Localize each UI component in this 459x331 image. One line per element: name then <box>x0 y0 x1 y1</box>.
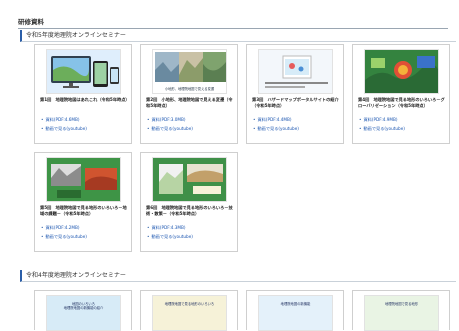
thumbnail-banner: 地理院地図で見る地形のいろいろ <box>164 302 215 306</box>
thumbnail-banner: 地理院地図の新機能 <box>280 302 311 306</box>
material-link[interactable]: • 資料(PDF:4.3MB) <box>147 225 186 231</box>
section-title-r4: 令和4年度地理院オンラインセミナー <box>20 270 456 282</box>
card-thumbnail[interactable]: 地理院地図で見る地形のいろいろ <box>152 295 227 331</box>
page: 研修資料 令和5年度地理院オンラインセミナー 第1回 地理院地図はあれこれ（令和… <box>0 0 459 331</box>
section-title-r5: 令和5年度地理院オンラインセミナー <box>20 30 456 42</box>
video-link[interactable]: • 動画で見る(youtube) <box>41 126 87 132</box>
seminar-card: 地理院地図で見る地形 <box>352 290 450 331</box>
card-thumbnail[interactable]: 地図のいろいろ 地理院地図の新機能の紹介 <box>46 295 121 331</box>
material-link-label[interactable]: 資料(PDF:4.3MB) <box>151 225 185 230</box>
video-link-label[interactable]: 動画で見る(youtube) <box>151 234 192 239</box>
card-thumbnail[interactable] <box>46 157 121 202</box>
material-link-label[interactable]: 資料(PDF:4.2MB) <box>45 225 79 230</box>
video-link-label[interactable]: 動画で見る(youtube) <box>45 126 86 131</box>
card-thumbnail[interactable]: 小地形、地理院地図で見える変遷 <box>152 49 227 94</box>
card-thumbnail[interactable] <box>258 49 333 94</box>
card-title[interactable]: 第4回 地理院地図で見る地形のいろいろ－グローバリゼーション（令和5年時点） <box>358 97 448 109</box>
material-link[interactable]: • 資料(PDF:3.0MB) <box>147 117 186 123</box>
seminar-card: 地理院地図で見る地形のいろいろ <box>140 290 238 331</box>
material-link-label[interactable]: 資料(PDF:4.4MB) <box>257 117 291 122</box>
material-link[interactable]: • 資料(PDF:4.4MB) <box>253 117 292 123</box>
seminar-card: 第4回 地理院地図で見る地形のいろいろ－グローバリゼーション（令和5年時点） •… <box>352 44 450 144</box>
seminar-card: 小地形、地理院地図で見える変遷 第2回 小地形、地理院地図で見える変遷（令和5年… <box>140 44 238 144</box>
video-link[interactable]: • 動画で見る(youtube) <box>253 126 299 132</box>
material-link-label[interactable]: 資料(PDF:3.0MB) <box>151 117 185 122</box>
card-title[interactable]: 第5回 地理院地図で見る地形のいろいろ－地域の課題－（令和5年時点） <box>40 205 130 217</box>
card-title[interactable]: 第3回 ハザードマップポータルサイトの紹介（令和5年時点） <box>252 97 342 109</box>
devices-illustration <box>51 56 119 88</box>
video-link[interactable]: • 動画で見る(youtube) <box>41 234 87 240</box>
card-title[interactable]: 第6回 地理院地図で見る地形のいろいろ－技術・散策－（令和5年時点） <box>146 205 236 217</box>
seminar-card: 第3回 ハザードマップポータルサイトの紹介（令和5年時点） • 資料(PDF:4.… <box>246 44 344 144</box>
material-link[interactable]: • 資料(PDF:4.2MB) <box>41 225 80 231</box>
global-map-illustration <box>365 50 438 93</box>
card-title[interactable]: 第1回 地理院地図はあれこれ（令和5年時点） <box>40 97 130 103</box>
thumbnail-caption: 小地形、地理院地図で見える変遷 <box>153 86 226 93</box>
page-title: 研修資料 <box>18 16 448 29</box>
material-link-label[interactable]: 資料(PDF:4.9MB) <box>363 117 397 122</box>
card-thumbnail[interactable] <box>46 49 121 94</box>
video-link[interactable]: • 動画で見る(youtube) <box>147 126 193 132</box>
video-link-label[interactable]: 動画で見る(youtube) <box>45 234 86 239</box>
video-link[interactable]: • 動画で見る(youtube) <box>147 234 193 240</box>
seminar-card: 地図のいろいろ 地理院地図の新機能の紹介 <box>34 290 132 331</box>
card-title[interactable]: 第2回 小地形、地理院地図で見える変遷（令和5年時点） <box>146 97 236 109</box>
video-link-label[interactable]: 動画で見る(youtube) <box>257 126 298 131</box>
regional-map-illustration <box>47 158 120 201</box>
seminar-card: 第6回 地理院地図で見る地形のいろいろ－技術・散策－（令和5年時点） • 資料(P… <box>140 152 238 252</box>
material-link[interactable]: • 資料(PDF:4.6MB) <box>41 117 80 123</box>
thumbnail-banner: 地図のいろいろ 地理院地図の新機能の紹介 <box>63 302 104 310</box>
card-thumbnail[interactable]: 地理院地図で見る地形 <box>364 295 439 331</box>
card-thumbnail[interactable]: 地理院地図の新機能 <box>258 295 333 331</box>
seminar-card: 第5回 地理院地図で見る地形のいろいろ－地域の課題－（令和5年時点） • 資料(P… <box>34 152 132 252</box>
video-link-label[interactable]: 動画で見る(youtube) <box>363 126 404 131</box>
card-thumbnail[interactable] <box>364 49 439 94</box>
video-link-label[interactable]: 動画で見る(youtube) <box>151 126 192 131</box>
video-link[interactable]: • 動画で見る(youtube) <box>359 126 405 132</box>
seminar-card: 地理院地図の新機能 <box>246 290 344 331</box>
material-link-label[interactable]: 資料(PDF:4.6MB) <box>45 117 79 122</box>
hazard-map-illustration <box>259 50 332 93</box>
seminar-card: 第1回 地理院地図はあれこれ（令和5年時点） • 資料(PDF:4.6MB) • 動… <box>34 44 132 144</box>
thumbnail-banner: 地理院地図で見る地形 <box>385 302 418 306</box>
technology-map-illustration <box>153 158 226 201</box>
card-thumbnail[interactable] <box>152 157 227 202</box>
material-link[interactable]: • 資料(PDF:4.9MB) <box>359 117 398 123</box>
